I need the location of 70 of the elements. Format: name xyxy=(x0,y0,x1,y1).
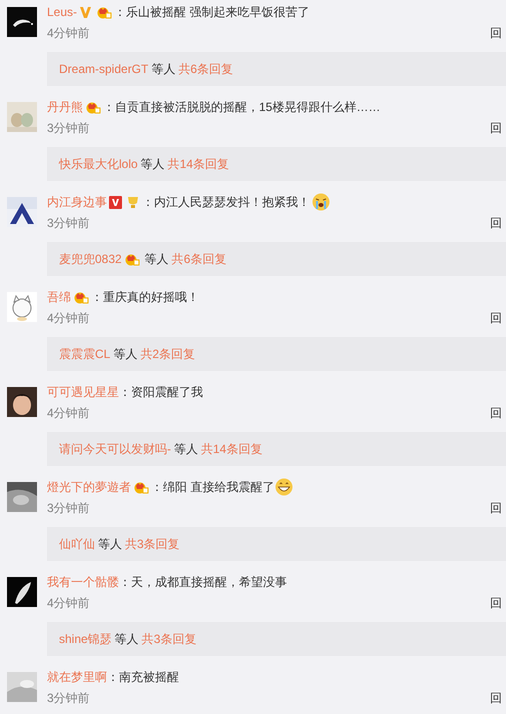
verified-icon xyxy=(109,196,122,208)
username-link[interactable]: 我有一个骷髅 xyxy=(47,572,119,592)
username-link[interactable]: Leus- xyxy=(47,2,78,22)
others-label: 等人 xyxy=(140,156,165,173)
replies-bar[interactable]: 快乐最大化lolo 等人 共14条回复 xyxy=(47,147,506,181)
username-link[interactable]: 丹丹熊 xyxy=(47,97,83,117)
others-label: 等人 xyxy=(113,346,138,363)
reply-count-link[interactable]: 共2条回复 xyxy=(140,344,196,364)
others-label: 等人 xyxy=(114,631,139,648)
reply-count-link[interactable]: 共6条回复 xyxy=(178,59,234,79)
reply-link[interactable]: 回 xyxy=(490,118,502,138)
replier-names[interactable]: 快乐最大化lolo xyxy=(59,154,138,174)
replier-names[interactable]: Dream-spiderGT xyxy=(59,59,148,79)
trophy-icon xyxy=(126,195,140,209)
comment-text: ：南充被摇醒 xyxy=(107,669,179,686)
comment-text: ：重庆真的好摇哦！ xyxy=(91,289,199,306)
others-label: 等人 xyxy=(144,251,169,268)
reply-link[interactable]: 回 xyxy=(490,308,502,328)
replies-bar[interactable]: 请问今天可以发财吗- 等人 共14条回复 xyxy=(47,432,506,466)
replier-names[interactable]: shine锦瑟 xyxy=(59,629,112,649)
crown-icon xyxy=(124,252,140,266)
others-label: 等人 xyxy=(174,441,198,458)
username-link[interactable]: 就在梦里啊 xyxy=(47,667,107,687)
username-link[interactable]: 燈光下的夢遊者 xyxy=(47,477,131,497)
replies-bar[interactable]: Dream-spiderGT 等人 共6条回复 xyxy=(47,52,506,86)
reply-link[interactable]: 回 xyxy=(490,593,502,613)
grinning-emoji-icon xyxy=(275,478,294,496)
reply-link[interactable]: 回 xyxy=(490,213,502,233)
replies-bar[interactable]: 麦兜兜0832 等人 共6条回复 xyxy=(47,242,506,276)
timestamp: 3分钟前 xyxy=(47,215,90,232)
replier-names[interactable]: 震震震CL xyxy=(59,344,110,364)
others-label: 等人 xyxy=(98,536,122,553)
reply-link[interactable]: 回 xyxy=(490,403,502,423)
crown-icon xyxy=(85,100,101,114)
reply-count-link[interactable]: 共14条回复 xyxy=(201,439,262,459)
crown-icon xyxy=(133,480,149,494)
replies-bar[interactable]: 震震震CL 等人 共2条回复 xyxy=(47,337,506,371)
username-link[interactable]: 可可遇见星星 xyxy=(47,382,119,402)
comment-text: ：绵阳 直接给我震醒了 xyxy=(151,479,274,496)
timestamp: 4分钟前 xyxy=(47,310,90,327)
username-link[interactable]: 内江身边事 xyxy=(47,192,107,212)
comment-text: ：资阳震醒了我 xyxy=(119,384,203,401)
timestamp: 4分钟前 xyxy=(47,25,90,42)
replier-names[interactable]: 请问今天可以发财吗- xyxy=(59,439,171,459)
replies-bar[interactable]: shine锦瑟 等人 共3条回复 xyxy=(47,622,506,656)
crown-icon xyxy=(73,290,89,304)
timestamp: 3分钟前 xyxy=(47,500,90,517)
replier-names[interactable]: 麦兜兜0832 xyxy=(59,249,122,269)
timestamp: 3分钟前 xyxy=(47,120,90,137)
replier-names[interactable]: 仙吖仙 xyxy=(59,534,95,554)
reply-count-link[interactable]: 共3条回复 xyxy=(125,534,180,554)
comment-text: ：自贡直接被活脱脱的摇醒，15楼晃得跟什么样…… xyxy=(103,99,380,116)
reply-count-link[interactable]: 共6条回复 xyxy=(172,249,226,269)
replies-bar[interactable]: 仙吖仙 等人 共3条回复 xyxy=(47,527,506,561)
timestamp: 4分钟前 xyxy=(47,595,90,612)
reply-link[interactable]: 回 xyxy=(490,23,502,43)
others-label: 等人 xyxy=(151,61,176,78)
verified-icon xyxy=(79,6,92,18)
comment-text: ：天，成都直接摇醒，希望没事 xyxy=(119,574,287,591)
reply-count-link[interactable]: 共14条回复 xyxy=(168,154,230,174)
reply-link[interactable]: 回 xyxy=(490,688,502,708)
crying-emoji-icon xyxy=(312,193,330,211)
comment-text: ：乐山被摇醒 强制起来吃早饭很苦了 xyxy=(114,4,310,21)
timestamp: 3分钟前 xyxy=(47,690,90,707)
reply-count-link[interactable]: 共3条回复 xyxy=(142,629,196,649)
comment-text: ：内江人民瑟瑟发抖！抱紧我！ xyxy=(142,194,310,211)
reply-link[interactable]: 回 xyxy=(490,498,502,518)
crown-icon xyxy=(96,5,112,19)
username-link[interactable]: 吾绵 xyxy=(47,287,71,307)
timestamp: 4分钟前 xyxy=(47,405,90,422)
